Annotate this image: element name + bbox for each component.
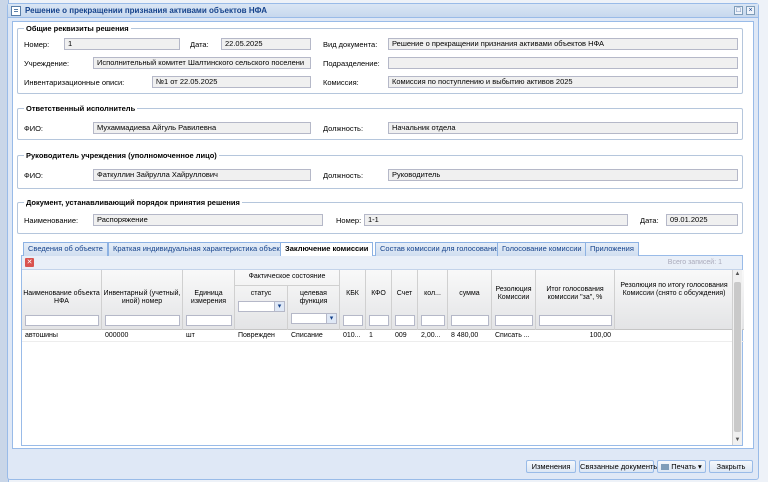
tab-commission-voting[interactable]: Голосование комиссии (497, 242, 587, 256)
printer-icon (661, 464, 670, 471)
print-label: Печать (671, 462, 696, 471)
head-fio-label: ФИО: (24, 171, 44, 180)
scroll-up-icon[interactable]: ▲ (733, 270, 742, 279)
tab-object-info[interactable]: Сведения об объекте (23, 242, 108, 256)
filter-account[interactable] (395, 315, 415, 326)
responsible-fio-field[interactable]: Мухаммадиева Айгуль Равилевна (93, 122, 311, 134)
tab-commission-members[interactable]: Состав комиссии для голосования (375, 242, 506, 256)
procedure-legend: Документ, устанавливающий порядок принят… (24, 198, 242, 207)
date-field[interactable]: 22.05.2025 (221, 38, 311, 50)
tab-strip: Сведения об объекте Краткая индивидуальн… (21, 242, 743, 257)
number-label: Номер: (24, 40, 50, 49)
dialog-body: Общие реквизиты решения Номер: 1 Дата: 2… (12, 21, 754, 449)
cell-vote: 100,00 (589, 332, 611, 339)
scroll-down-icon[interactable]: ▼ (733, 436, 742, 445)
procedure-name-field[interactable]: Распоряжение (93, 214, 323, 226)
cell-resolution: Списать ... (495, 332, 530, 339)
filter-qty[interactable] (421, 315, 445, 326)
filter-name[interactable] (25, 315, 99, 326)
cell-status: Поврежден (238, 332, 275, 339)
filter-sum[interactable] (451, 315, 489, 326)
filter-vote[interactable] (539, 315, 612, 326)
procedure-date-label: Дата: (640, 216, 659, 225)
inventory-field[interactable]: №1 от 22.05.2025 (152, 76, 311, 88)
head-position-field[interactable]: Руководитель (388, 169, 738, 181)
title-bar[interactable]: Решение о прекращении признания активами… (8, 4, 758, 18)
commission-label: Комиссия: (323, 78, 359, 87)
number-field[interactable]: 1 (64, 38, 180, 50)
cell-unit: шт (186, 332, 195, 339)
filter-purpose-combo[interactable] (291, 313, 337, 324)
cell-qty: 2,00... (421, 332, 441, 339)
head-position-label: Должность: (323, 171, 364, 180)
scroll-thumb[interactable] (734, 282, 741, 432)
head-fieldset: Руководитель учреждения (уполномоченное … (17, 151, 743, 189)
institution-field[interactable]: Исполнительный комитет Шалтинского сельс… (93, 57, 311, 69)
table-row[interactable]: автошины 000000 шт Поврежден Списание 01… (22, 330, 744, 342)
cell-kbk: 010... (343, 332, 361, 339)
tab-commission-conclusion[interactable]: Заключение комиссии (280, 242, 374, 257)
department-field[interactable] (388, 57, 738, 69)
procedure-fieldset: Документ, устанавливающий порядок принят… (17, 198, 743, 234)
grid-toolbar: ✕ Всего записей: 1 (22, 256, 742, 270)
close-icon[interactable]: × (746, 6, 755, 15)
commission-field[interactable]: Комиссия по поступлению и выбытию активо… (388, 76, 738, 88)
grid-header: Наименование объекта НФА Инвентарный (уч… (22, 270, 744, 330)
procedure-name-label: Наименование: (24, 216, 79, 225)
tab-short-characteristic[interactable]: Краткая индивидуальная характеристика об… (108, 242, 293, 256)
filter-inv[interactable] (105, 315, 180, 326)
total-records: Всего записей: 1 (667, 259, 722, 266)
changes-button[interactable]: Изменения (526, 460, 576, 473)
responsible-position-label: Должность: (323, 124, 364, 133)
filter-unit[interactable] (186, 315, 232, 326)
filter-kfo[interactable] (369, 315, 389, 326)
dialog-footer: Изменения Связанные документы Печать ▾ З… (8, 451, 758, 479)
inventory-label: Инвентаризационные описи: (24, 78, 125, 87)
doc-type-label: Вид документа: (323, 40, 378, 49)
head-legend: Руководитель учреждения (уполномоченное … (24, 151, 219, 160)
department-label: Подразделение: (323, 59, 380, 68)
col-resolution-final[interactable]: Резолюция по итогу голосования Комиссии … (615, 270, 734, 330)
responsible-position-field[interactable]: Начальник отдела (388, 122, 738, 134)
institution-label: Учреждение: (24, 59, 70, 68)
doc-type-field[interactable]: Решение о прекращении признания активами… (388, 38, 738, 50)
date-label: Дата: (190, 40, 209, 49)
close-button[interactable]: Закрыть (709, 460, 753, 473)
cell-name: автошины (25, 332, 58, 339)
responsible-fio-label: ФИО: (24, 124, 44, 133)
procedure-date-field[interactable]: 09.01.2025 (666, 214, 738, 226)
cell-purpose: Списание (291, 332, 323, 339)
print-button[interactable]: Печать ▾ (657, 460, 706, 473)
document-icon (11, 5, 21, 16)
filter-resolution[interactable] (495, 315, 533, 326)
cell-sum: 8 480,00 (451, 332, 479, 339)
general-legend: Общие реквизиты решения (24, 24, 131, 33)
general-fieldset: Общие реквизиты решения Номер: 1 Дата: 2… (17, 24, 743, 94)
maximize-icon[interactable]: □ (734, 6, 743, 15)
cell-inv: 000000 (105, 332, 129, 339)
commission-grid-panel: ✕ Всего записей: 1 Наименование объекта … (21, 256, 744, 446)
window-title: Решение о прекращении признания активами… (25, 6, 268, 15)
grid-scrollbar[interactable]: ▲ ▼ (732, 270, 742, 445)
procedure-number-label: Номер: (336, 216, 362, 225)
dialog-window: Решение о прекращении признания активами… (7, 3, 759, 480)
linked-docs-button[interactable]: Связанные документы (579, 460, 659, 473)
filter-kbk[interactable] (343, 315, 363, 326)
filter-status-combo[interactable] (238, 301, 285, 312)
procedure-number-field[interactable]: 1-1 (364, 214, 628, 226)
group-actual-state: Фактическое состояние (235, 270, 340, 286)
responsible-legend: Ответственный исполнитель (24, 104, 138, 113)
responsible-fieldset: Ответственный исполнитель ФИО: Мухаммади… (17, 104, 743, 140)
head-fio-field[interactable]: Фаткуллин Зайрулла Хайруллович (93, 169, 311, 181)
cell-kfo: 1 (369, 332, 373, 339)
tab-attachments[interactable]: Приложения (585, 242, 639, 256)
cell-account: 009 (395, 332, 407, 339)
delete-icon[interactable]: ✕ (25, 258, 34, 267)
